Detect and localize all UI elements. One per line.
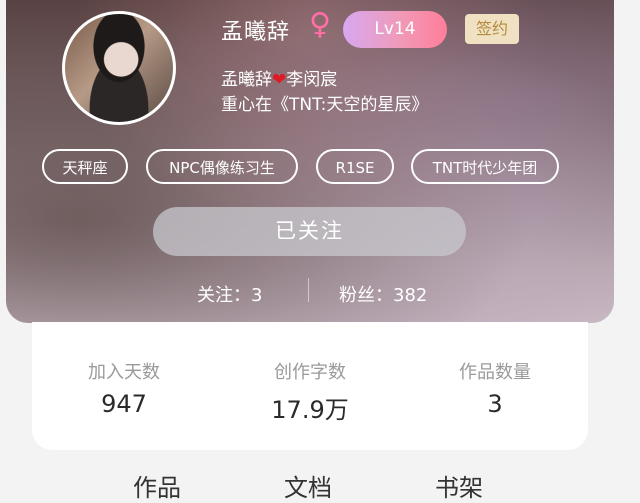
stat-label: 加入天数 <box>88 362 160 383</box>
fans-count[interactable]: 粉丝：382 <box>339 281 427 307</box>
stat-label: 创作字数 <box>274 362 346 383</box>
tab-docs[interactable]: 文档 <box>284 468 332 503</box>
relation-right: 李闵宸 <box>286 70 338 90</box>
stat-works-count: 作品数量 3 <box>405 358 585 418</box>
bottom-tabs: 作品 文档 书架 <box>0 468 640 502</box>
following-count[interactable]: 关注：3 <box>197 281 262 307</box>
stats-card: 加入天数 947 创作字数 17.9万 作品数量 3 <box>32 322 588 450</box>
stat-value: 947 <box>101 390 147 418</box>
tag-npc-trainee[interactable]: NPC偶像练习生 <box>146 149 298 184</box>
signed-badge: 签约 <box>465 14 519 44</box>
stat-value: 3 <box>487 390 503 418</box>
stat-join-days: 加入天数 947 <box>34 358 214 418</box>
avatar[interactable] <box>62 11 176 125</box>
relation-text: 孟曦辞❤李闵宸 <box>221 65 337 90</box>
level-badge[interactable]: Lv14 <box>343 11 447 48</box>
tab-bookshelf[interactable]: 书架 <box>435 468 483 503</box>
bio-focus: 重心在《TNT:天空的星辰》 <box>221 95 429 115</box>
female-gender-icon: ♀ <box>309 7 331 42</box>
profile-name: 孟曦辞 <box>221 20 291 45</box>
tag-r1se[interactable]: R1SE <box>316 149 394 184</box>
tag-tnt[interactable]: TNT时代少年团 <box>411 149 559 184</box>
tag-libra[interactable]: 天秤座 <box>42 149 128 184</box>
followed-button[interactable]: 已关注 <box>153 207 466 256</box>
stat-value: 17.9万 <box>271 396 349 424</box>
stat-label: 作品数量 <box>459 362 531 383</box>
tab-works[interactable]: 作品 <box>133 468 181 503</box>
stat-word-count: 创作字数 17.9万 <box>220 358 400 425</box>
counts-divider <box>308 278 309 302</box>
heart-icon: ❤ <box>272 70 287 90</box>
relation-left: 孟曦辞 <box>221 70 272 90</box>
